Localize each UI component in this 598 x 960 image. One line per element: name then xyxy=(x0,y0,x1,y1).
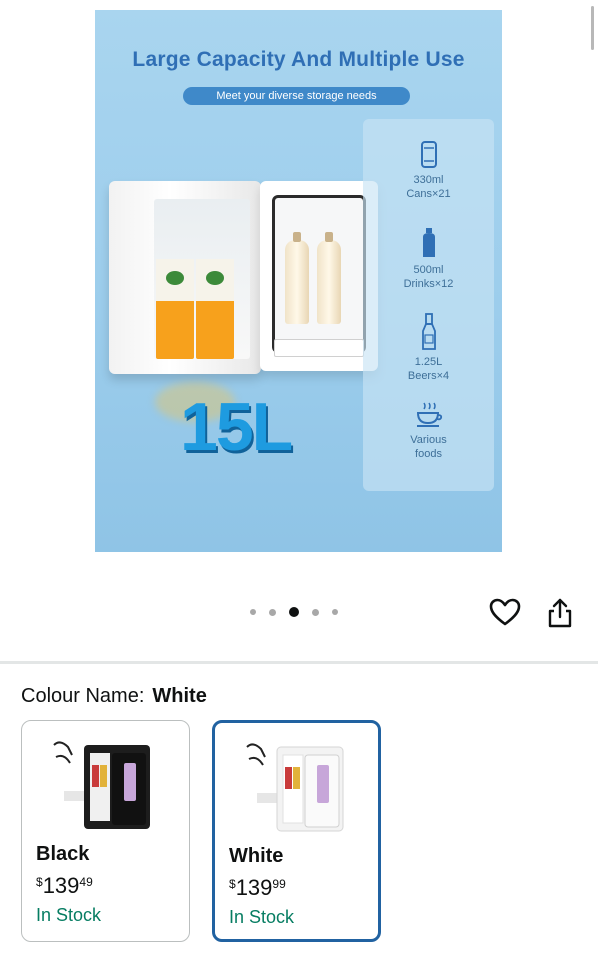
white-fridge-thumbnail xyxy=(246,743,344,832)
heart-icon xyxy=(489,598,521,626)
section-divider xyxy=(0,661,598,664)
feature-cans: 330ml Cans×21 xyxy=(363,139,494,201)
feature-foods-line1: Various xyxy=(410,434,447,446)
door-shelf xyxy=(274,339,364,357)
carousel-dot[interactable] xyxy=(312,608,319,616)
carousel-dots[interactable] xyxy=(250,607,338,617)
swatch-name: Black xyxy=(36,843,90,865)
carousel-dot[interactable] xyxy=(269,608,276,616)
feature-foods: Various foods xyxy=(363,401,494,461)
feature-panel: 330ml Cans×21 500ml Drinks×12 1.25L Beer… xyxy=(363,119,494,491)
milk-bottle xyxy=(285,232,309,324)
fridge-door-illustration xyxy=(260,181,378,371)
capacity-label: 15L xyxy=(180,389,293,465)
carousel-dot[interactable] xyxy=(250,609,256,615)
feature-drinks: 500ml Drinks×12 xyxy=(363,227,494,291)
feature-drinks-count: Drinks×12 xyxy=(403,278,454,290)
black-fridge-thumbnail xyxy=(53,741,150,829)
swatch-black[interactable]: Black $13949 In Stock xyxy=(21,720,190,942)
beer-bottle-icon xyxy=(421,313,436,350)
stock-status: In Stock xyxy=(36,905,102,925)
carousel-dot-active[interactable] xyxy=(289,607,299,617)
price-whole: 139 xyxy=(42,873,80,898)
price-whole: 139 xyxy=(235,875,273,900)
swatch-white-selected[interactable]: White $13999 In Stock xyxy=(212,720,381,942)
price-currency: $ xyxy=(36,875,43,889)
carousel-dot[interactable] xyxy=(332,609,338,615)
swatch-price: $13999 xyxy=(229,875,286,901)
fridge-interior xyxy=(154,199,250,359)
favorite-button[interactable] xyxy=(488,596,522,630)
hot-food-icon xyxy=(416,402,442,427)
feature-cans-size: 330ml xyxy=(413,174,444,186)
price-currency: $ xyxy=(229,877,236,891)
feature-beers-count: Beers×4 xyxy=(407,370,450,382)
hero-subtitle: Meet your diverse storage needs xyxy=(183,87,410,105)
stock-status: In Stock xyxy=(229,907,295,927)
milk-bottle xyxy=(317,232,341,324)
share-button[interactable] xyxy=(543,596,577,630)
fridge-body-illustration xyxy=(109,181,261,374)
price-fraction: 49 xyxy=(79,875,93,889)
variant-selected-value: White xyxy=(152,685,207,707)
hero-title: Large Capacity And Multiple Use xyxy=(132,48,465,71)
swatch-price: $13949 xyxy=(36,873,93,899)
feature-drinks-size: 500ml xyxy=(413,264,444,276)
variant-label: Colour Name: White xyxy=(21,685,207,708)
page-scrollbar[interactable] xyxy=(591,6,594,50)
water-bottle-icon xyxy=(422,228,435,257)
price-fraction: 99 xyxy=(272,877,286,891)
feature-cans-count: Cans×21 xyxy=(406,188,451,200)
feature-beers: 1.25L Beers×4 xyxy=(363,313,494,383)
door-frame xyxy=(272,195,366,353)
feature-foods-line2: foods xyxy=(415,448,442,460)
share-icon xyxy=(548,598,572,628)
juice-carton xyxy=(156,259,194,359)
feature-beers-size: 1.25L xyxy=(414,356,443,368)
juice-carton xyxy=(196,259,234,359)
variant-label-text: Colour Name: xyxy=(21,685,145,707)
product-image[interactable]: Large Capacity And Multiple Use Meet you… xyxy=(95,10,502,552)
swatch-name: White xyxy=(229,845,284,867)
can-icon xyxy=(420,141,437,168)
